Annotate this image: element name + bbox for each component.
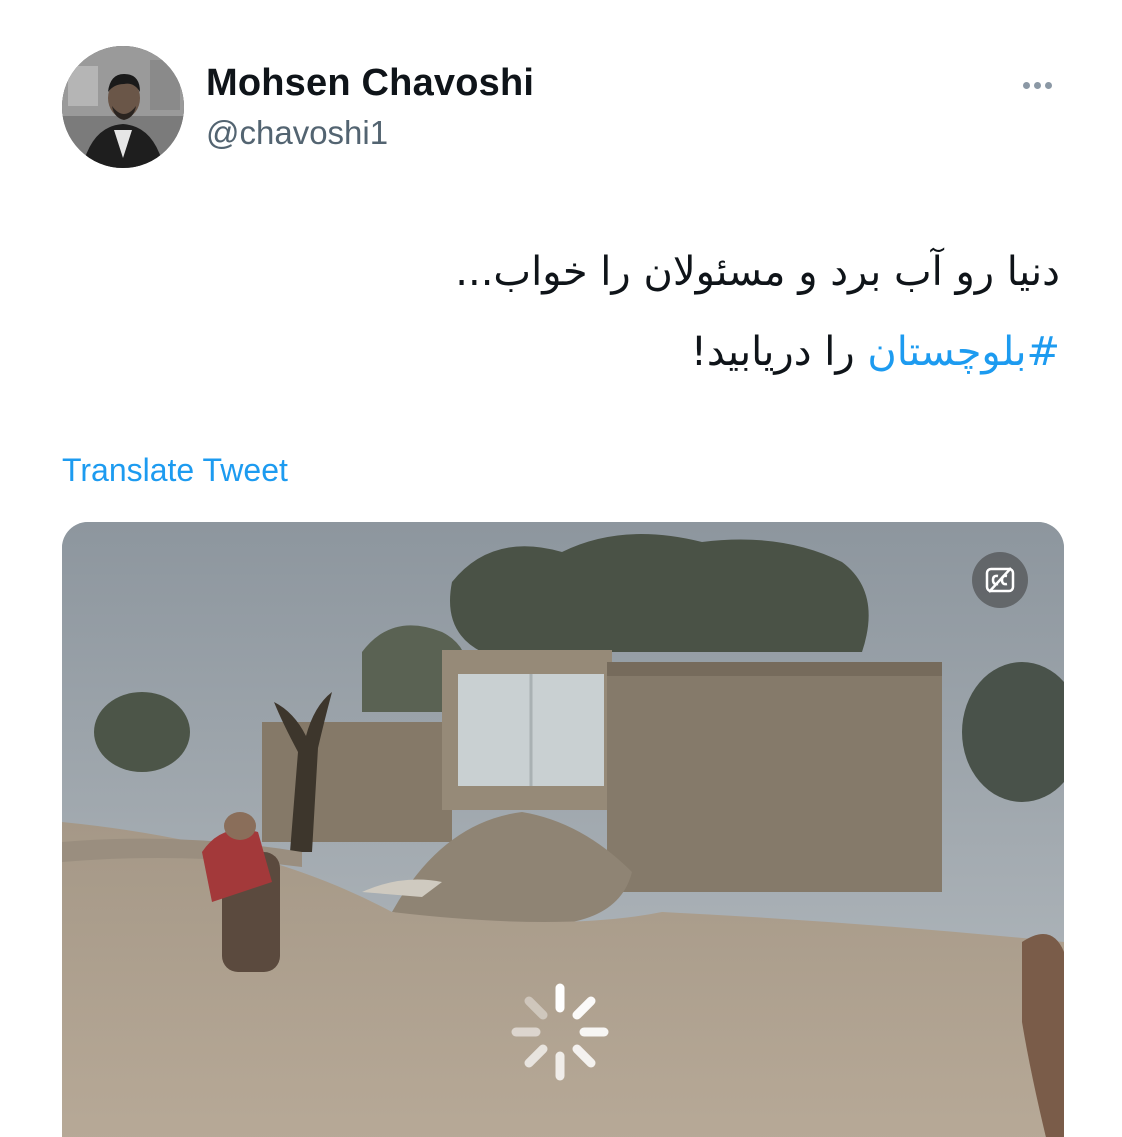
hashtag-link[interactable]: #بلوچستان: [867, 329, 1060, 375]
more-dot-icon: [1033, 81, 1041, 89]
translate-tweet-link[interactable]: Translate Tweet: [62, 452, 288, 489]
tweet-body: دنیا رو آب برد و مسئولان را خواب... #بلو…: [160, 232, 1060, 392]
tweet-line-1: دنیا رو آب برد و مسئولان را خواب...: [455, 249, 1060, 295]
tweet-card: Mohsen Chavoshi @chavoshi1 دنیا رو آب بر…: [0, 0, 1122, 1137]
captions-button[interactable]: [972, 552, 1028, 608]
captions-icon: [985, 567, 1015, 593]
profile-photo-icon: [62, 46, 184, 168]
avatar[interactable]: [62, 46, 184, 168]
more-options-button[interactable]: [1012, 70, 1062, 100]
more-dot-icon: [1044, 81, 1052, 89]
tweet-line-2: #بلوچستان را دریابید!: [160, 312, 1060, 392]
video-player[interactable]: [62, 522, 1064, 1137]
tweet-line-2-text: را دریابید!: [690, 329, 868, 375]
author-display-name[interactable]: Mohsen Chavoshi: [206, 62, 534, 105]
loading-spinner-icon: [508, 980, 612, 1084]
author-handle[interactable]: @chavoshi1: [206, 114, 388, 152]
more-dot-icon: [1022, 81, 1030, 89]
